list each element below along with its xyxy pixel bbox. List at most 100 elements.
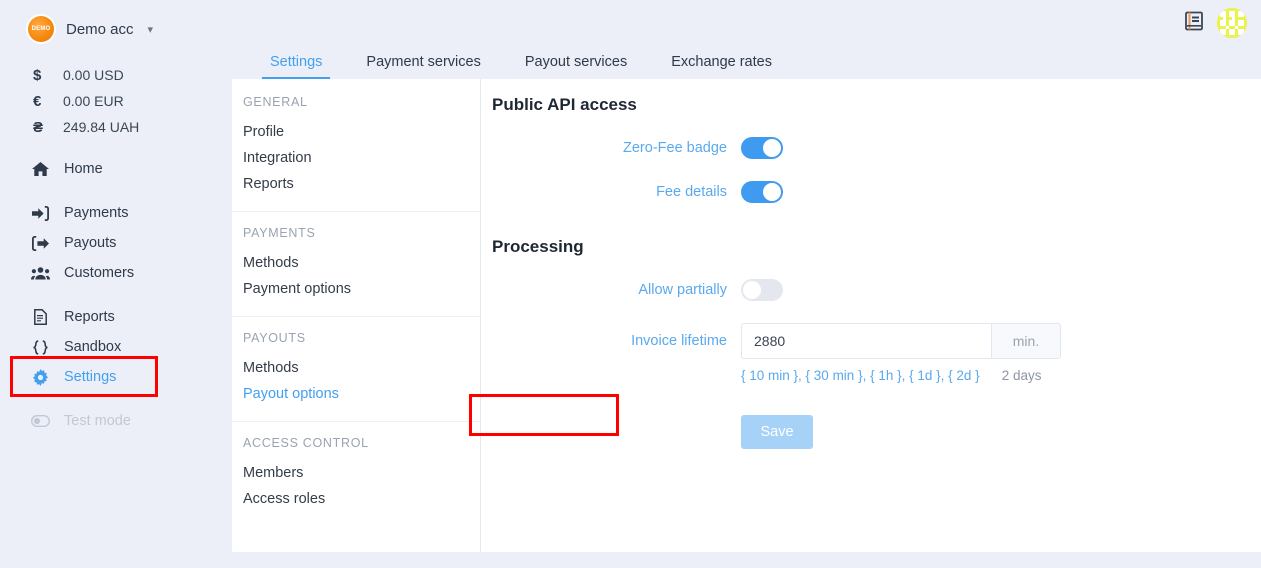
submenu-header-payouts: PAYOUTS [243,331,306,345]
currency-symbol-uah: ₴ [33,118,44,136]
settings-submenu: GENERAL Profile Integration Reports PAYM… [232,79,481,552]
toggle-knob [743,281,761,299]
submenu-item-payout-methods[interactable]: Methods [232,355,480,381]
balance-amount-usd: 0.00 USD [63,67,124,83]
submenu-header-general: GENERAL [243,95,308,109]
account-switcher[interactable]: DEMO Demo acc ▾ [0,10,232,48]
sidebar-item-label-settings: Settings [64,369,117,385]
code-braces-icon [30,339,50,355]
field-zero-fee-badge: Zero-Fee badge [481,137,1261,159]
tab-payment-services[interactable]: Payment services [344,54,502,79]
submenu-item-profile[interactable]: Profile [232,119,480,145]
balance-amount-uah: 249.84 UAH [63,119,140,135]
settings-form: Public API access Zero-Fee badge Fee det… [481,79,1261,552]
tab-bar: Settings Payment services Payout service… [232,46,1261,79]
field-allow-partially: Allow partially [481,279,1261,301]
submenu-item-payment-methods[interactable]: Methods [232,250,480,276]
nav-group-transactions: Payments Payouts Customers [0,198,232,288]
toggle-zero-fee-badge[interactable] [741,137,783,159]
tab-payment-services-label: Payment services [366,54,481,70]
account-name: Demo acc [66,20,134,38]
submenu-item-reports[interactable]: Reports [232,171,480,197]
balance-row-eur: € 0.00 EUR [0,88,232,114]
submenu-header-access-control: ACCESS CONTROL [243,436,369,450]
label-fee-details: Fee details [656,184,727,200]
sidebar-nav: Home Payments Payouts Customers Reports … [0,154,232,436]
invoice-lifetime-hints: { 10 min }, { 30 min }, { 1h }, { 1d }, … [481,368,1261,383]
balance-list: $ 0.00 USD € 0.00 EUR ₴ 249.84 UAH [0,62,232,140]
toggle-fee-details[interactable] [741,181,783,203]
top-bar-icons [1183,8,1247,38]
avatar[interactable] [1217,8,1247,38]
sidebar-item-label-sandbox: Sandbox [64,339,122,355]
book-icon[interactable] [1183,10,1205,37]
document-icon [30,309,50,325]
currency-symbol-usd: $ [33,66,42,84]
submenu-item-payout-options[interactable]: Payout options [232,381,480,407]
submenu-item-integration[interactable]: Integration [232,145,480,171]
field-invoice-lifetime: Invoice lifetime min. [481,323,1261,359]
tab-settings[interactable]: Settings [248,54,344,79]
sidebar-item-reports[interactable]: Reports [0,302,232,332]
invoice-lifetime-note: 2 days [1001,368,1042,383]
submenu-group-payouts: PAYOUTS Methods Payout options [232,317,480,422]
nav-group-main: Home [0,154,232,184]
currency-symbol-eur: € [33,92,42,110]
brand-logo-text: DEMO [31,26,51,32]
submenu-item-members[interactable]: Members [232,460,480,486]
submenu-group-access-control: ACCESS CONTROL Members Access roles [232,422,480,526]
toggle-icon [30,415,50,427]
balance-row-usd: $ 0.00 USD [0,62,232,88]
submenu-group-payments: PAYMENTS Methods Payment options [232,212,480,317]
submenu-group-general: GENERAL Profile Integration Reports [232,81,480,212]
section-title-processing: Processing [492,237,584,256]
sidebar-item-customers[interactable]: Customers [0,258,232,288]
settings-panels: GENERAL Profile Integration Reports PAYM… [232,79,1261,568]
submenu-item-access-roles[interactable]: Access roles [232,486,480,512]
chevron-down-icon[interactable]: ▾ [148,23,154,36]
brand-logo: DEMO [28,16,54,42]
sidebar-item-payouts[interactable]: Payouts [0,228,232,258]
invoice-lifetime-input[interactable] [741,323,991,359]
sidebar-item-label-payments: Payments [64,205,129,221]
sidebar-item-label-reports: Reports [64,309,115,325]
tab-payout-services-label: Payout services [524,54,628,70]
top-bar [232,0,1261,46]
sidebar-item-label-test-mode: Test mode [64,413,131,429]
sidebar-item-sandbox[interactable]: Sandbox [0,332,232,362]
app-root: DEMO Demo acc ▾ $ 0.00 USD € 0.00 EUR ₴ … [0,0,1261,568]
toggle-knob [763,139,781,157]
toggle-allow-partially[interactable] [741,279,783,301]
field-fee-details: Fee details [481,181,1261,203]
sidebar-item-payments[interactable]: Payments [0,198,232,228]
nav-group-mode: Test mode [0,406,232,436]
sidebar-item-home[interactable]: Home [0,154,232,184]
sidebar-item-label-home: Home [64,161,103,177]
submenu-item-payment-options[interactable]: Payment options [232,276,480,302]
sidebar-item-label-customers: Customers [64,265,135,281]
save-row: Save [481,415,1261,449]
sidebar-item-settings[interactable]: Settings [0,362,232,392]
sidebar-item-label-payouts: Payouts [64,235,117,251]
invoice-lifetime-unit: min. [991,323,1061,359]
invoice-lifetime-input-group: min. [741,323,1061,359]
label-invoice-lifetime: Invoice lifetime [631,333,727,349]
label-allow-partially: Allow partially [638,282,727,298]
balance-row-uah: ₴ 249.84 UAH [0,114,232,140]
gear-icon [30,368,50,386]
home-icon [30,161,50,177]
users-icon [30,266,50,280]
tab-exchange-rates[interactable]: Exchange rates [649,54,794,79]
invoice-lifetime-presets[interactable]: { 10 min }, { 30 min }, { 1h }, { 1d }, … [741,368,980,383]
balance-amount-eur: 0.00 EUR [63,93,124,109]
tab-exchange-rates-label: Exchange rates [671,54,772,70]
left-sidebar: DEMO Demo acc ▾ $ 0.00 USD € 0.00 EUR ₴ … [0,0,232,568]
tab-settings-label: Settings [270,54,323,70]
nav-group-tools: Reports Sandbox Settings [0,302,232,392]
sign-in-arrow-icon [30,205,50,221]
tab-payout-services[interactable]: Payout services [503,54,649,79]
section-title-public-api-access: Public API access [492,95,637,114]
sidebar-item-test-mode[interactable]: Test mode [0,406,232,436]
save-button[interactable]: Save [741,415,813,449]
sign-out-arrow-icon [30,235,50,251]
